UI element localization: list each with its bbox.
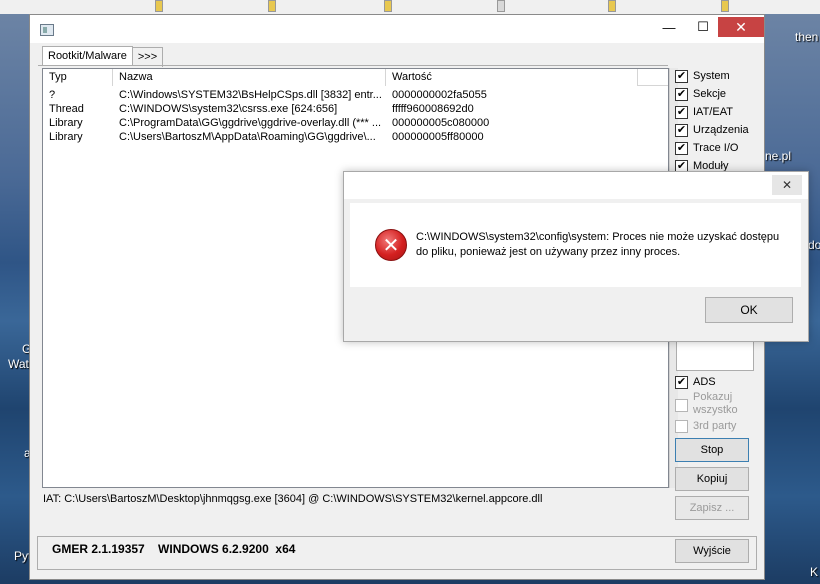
desktop-top-strip — [0, 0, 820, 14]
checkbox-ads[interactable]: ✔ — [675, 375, 688, 389]
error-dialog: ✕ ✕ C:\WINDOWS\system32\config\system: P… — [343, 171, 809, 342]
tab-more[interactable]: >>> — [132, 47, 164, 67]
list-header: Typ Nazwa Wartość — [43, 69, 668, 86]
option-ads[interactable]: ✔ ADS — [675, 374, 716, 390]
option-label: Sekcje — [693, 88, 727, 100]
tab-divider — [38, 65, 668, 66]
tab-strip: Rootkit/Malware >>> — [42, 46, 164, 67]
option-label: Urządzenia — [693, 124, 749, 136]
table-row[interactable]: ? C:\Windows\SYSTEM32\BsHelpCSps.dll [38… — [43, 88, 668, 102]
desktop-icon[interactable] — [268, 0, 276, 12]
app-icon — [40, 24, 54, 36]
checkbox-3rd-party[interactable] — [675, 419, 688, 433]
version-label: GMER 2.1.19357 WINDOWS 6.2.9200 x64 — [52, 542, 296, 556]
option-label: 3rd party — [693, 420, 737, 432]
stop-button[interactable]: Stop — [675, 438, 749, 462]
option-label: wszystko — [693, 404, 738, 416]
list-rows: ? C:\Windows\SYSTEM32\BsHelpCSps.dll [38… — [43, 88, 668, 144]
desktop-label[interactable]: then — [795, 30, 818, 44]
column-typ[interactable]: Typ — [43, 69, 113, 86]
checkbox-show-all[interactable] — [675, 399, 688, 412]
dialog-close-button[interactable]: ✕ — [772, 175, 802, 195]
option-urzadzenia[interactable]: ✔ Urządzenia — [675, 122, 749, 138]
option-label: Pokazuj — [693, 391, 733, 403]
cell-wartosc: 0000000002fa5055 — [392, 89, 487, 101]
option-trace-io[interactable]: ✔ Trace I/O — [675, 140, 738, 156]
tab-rootkit-malware[interactable]: Rootkit/Malware — [42, 46, 133, 66]
checkbox-sekcje[interactable]: ✔ — [675, 87, 688, 101]
desktop-label[interactable]: Wat — [8, 357, 29, 371]
checkbox-system[interactable]: ✔ — [675, 69, 688, 83]
option-system[interactable]: ✔ System — [675, 68, 730, 84]
checkbox-iat-eat[interactable]: ✔ — [675, 105, 688, 119]
cell-nazwa: C:\ProgramData\GG\ggdrive\ggdrive-overla… — [119, 117, 382, 129]
close-button[interactable]: ✕ — [718, 17, 764, 37]
option-show-all[interactable]: Pokazuj wszystko — [675, 391, 738, 421]
column-wartosc[interactable]: Wartość — [386, 69, 638, 86]
cell-nazwa: C:\WINDOWS\system32\csrss.exe [624:656] — [119, 103, 338, 115]
desktop-icon[interactable] — [721, 0, 729, 12]
error-icon: ✕ — [375, 229, 407, 261]
option-label-group: Pokazuj wszystko — [693, 391, 738, 417]
desktop-icon[interactable] — [155, 0, 163, 12]
desktop-label[interactable]: K — [810, 565, 818, 579]
option-sekcje[interactable]: ✔ Sekcje — [675, 86, 726, 102]
title-bar[interactable]: — ☐ ✕ — [30, 15, 764, 43]
option-label: System — [693, 70, 730, 82]
option-3rd-party[interactable]: 3rd party — [675, 418, 736, 434]
drives-list[interactable] — [676, 341, 754, 371]
option-label: ADS — [693, 376, 716, 388]
copy-button[interactable]: Kopiuj — [675, 467, 749, 491]
cell-typ: Library — [49, 117, 83, 129]
minimize-button[interactable]: — — [654, 17, 684, 37]
desktop-icon[interactable] — [608, 0, 616, 12]
cell-nazwa: C:\Windows\SYSTEM32\BsHelpCSps.dll [3832… — [119, 89, 382, 101]
desktop-label[interactable]: do — [808, 238, 820, 252]
cell-wartosc: 000000005c080000 — [392, 117, 490, 129]
cell-typ: ? — [49, 89, 56, 101]
cell-typ: Thread — [49, 103, 84, 115]
checkbox-urzadzenia[interactable]: ✔ — [675, 123, 688, 137]
desktop-icon[interactable] — [384, 0, 392, 12]
table-row[interactable]: Thread C:\WINDOWS\system32\csrss.exe [62… — [43, 102, 668, 116]
cell-nazwa: C:\Users\BartoszM\AppData\Roaming\GG\ggd… — [119, 131, 376, 143]
column-nazwa[interactable]: Nazwa — [113, 69, 386, 86]
exit-button[interactable]: Wyjście — [675, 539, 749, 563]
table-row[interactable]: Library C:\ProgramData\GG\ggdrive\ggdriv… — [43, 116, 668, 130]
checkbox-trace-io[interactable]: ✔ — [675, 141, 688, 155]
option-label: Trace I/O — [693, 142, 739, 154]
save-button[interactable]: Zapisz ... — [675, 496, 749, 520]
option-iat-eat[interactable]: ✔ IAT/EAT — [675, 104, 733, 120]
status-text: IAT: C:\Users\BartoszM\Desktop\jhnmqgsg.… — [43, 493, 543, 505]
maximize-button[interactable]: ☐ — [688, 17, 718, 37]
dialog-title-bar[interactable]: ✕ — [344, 172, 808, 199]
cell-wartosc: 000000005ff80000 — [392, 131, 484, 143]
cell-typ: Library — [49, 131, 83, 143]
table-row[interactable]: Library C:\Users\BartoszM\AppData\Roamin… — [43, 130, 668, 144]
dialog-message: C:\WINDOWS\system32\config\system: Proce… — [416, 231, 780, 258]
desktop-icon[interactable] — [497, 0, 505, 12]
cell-wartosc: fffff960008692d0 — [392, 103, 474, 115]
desktop-label[interactable]: ne.pl — [765, 149, 791, 163]
ok-button[interactable]: OK — [705, 297, 793, 323]
option-label: IAT/EAT — [693, 106, 733, 118]
